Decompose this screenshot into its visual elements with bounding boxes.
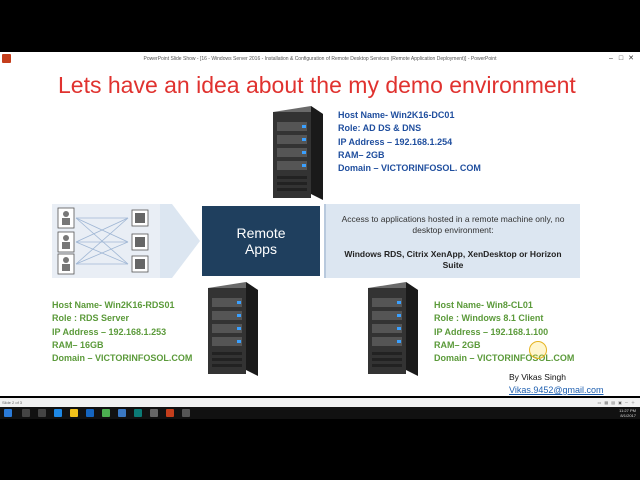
remote-apps-box: Remote Apps: [202, 206, 320, 276]
edge-icon[interactable]: [54, 409, 62, 417]
dc-role: Role: AD DS & DNS: [338, 123, 422, 134]
cursor-highlight: [529, 341, 547, 359]
powerpoint-taskbar-icon[interactable]: [166, 409, 174, 417]
rds-domain: Domain – VICTORINFOSOL.COM: [52, 353, 193, 364]
file-explorer-icon[interactable]: [70, 409, 78, 417]
store-icon[interactable]: [86, 409, 94, 417]
taskbar-clock[interactable]: 11:27 PM 8/1/2017: [619, 408, 636, 418]
client-info: Host Name- Win8-CL01 Role : Windows 8.1 …: [434, 299, 574, 365]
clock-date: 8/1/2017: [620, 413, 636, 418]
access-products: Windows RDS, Citrix XenApp, XenDesktop o…: [344, 249, 562, 270]
access-description: Access to applications hosted in a remot…: [341, 214, 565, 235]
client-ram: RAM– 2GB: [434, 339, 481, 350]
window-controls: – □ ✕: [606, 54, 636, 62]
author-email-link[interactable]: Vikas.9452@gmail.com: [509, 385, 604, 395]
server-client-icon: [368, 282, 418, 376]
users-to-apps-icon: [57, 207, 149, 275]
chrome-icon[interactable]: [102, 409, 110, 417]
view-controls[interactable]: ▭ ▦ ▤ ▣ ─ ＋: [597, 400, 636, 406]
search-icon[interactable]: [22, 409, 30, 417]
users-panel: [52, 204, 160, 278]
close-icon[interactable]: ✕: [626, 54, 636, 62]
rds-ram: RAM– 16GB: [52, 339, 104, 350]
access-description-box: Access to applications hosted in a remot…: [324, 204, 580, 278]
author-name: By Vikas Singh: [509, 372, 567, 382]
maximize-icon[interactable]: □: [616, 55, 626, 62]
client-ip: IP Address – 192.168.1.100: [434, 326, 549, 337]
dc-host: Host Name- Win2K16-DC01: [338, 110, 455, 120]
dc-info: Host Name- Win2K16-DC01 Role: AD DS & DN…: [338, 109, 481, 175]
dc-domain: Domain – VICTORINFOSOL. COM: [338, 163, 481, 174]
dc-ip: IP Address – 192.168.1.254: [338, 136, 453, 147]
slide[interactable]: Lets have an idea about the my demo envi…: [0, 66, 640, 396]
window-title: PowerPoint Slide Show - [16 - Windows Se…: [143, 56, 497, 62]
status-bar: Slide 2 of 3 ▭ ▦ ▤ ▣ ─ ＋: [0, 398, 640, 407]
task-view-icon[interactable]: [38, 409, 46, 417]
server-dc-icon: [273, 106, 323, 200]
dc-ram: RAM– 2GB: [338, 149, 385, 160]
taskbar: 11:27 PM 8/1/2017: [0, 407, 640, 419]
client-host: Host Name- Win8-CL01: [434, 300, 533, 310]
remote-apps-line1: Remote: [236, 225, 286, 241]
app2-icon[interactable]: [134, 409, 142, 417]
server-rds-icon: [208, 282, 258, 376]
rds-ip: IP Address – 192.168.1.253: [52, 326, 167, 337]
minimize-icon[interactable]: –: [606, 55, 616, 62]
rds-role: Role : RDS Server: [52, 313, 130, 324]
app4-icon[interactable]: [182, 409, 190, 417]
window-titlebar: PowerPoint Slide Show - [16 - Windows Se…: [0, 52, 640, 67]
remote-apps-diagram: Remote Apps Access to applications hoste…: [52, 204, 580, 278]
chevron-right-icon: [160, 204, 200, 278]
slide-title: Lets have an idea about the my demo envi…: [58, 72, 576, 98]
remote-apps-line2: Apps: [245, 241, 277, 257]
app-icon[interactable]: [118, 409, 126, 417]
slide-counter: Slide 2 of 3: [2, 400, 23, 405]
windows-start-icon[interactable]: [4, 409, 12, 417]
rds-host: Host Name- Win2K16-RDS01: [52, 300, 175, 310]
client-role: Role : Windows 8.1 Client: [434, 313, 544, 324]
app3-icon[interactable]: [150, 409, 158, 417]
rds-info: Host Name- Win2K16-RDS01 Role : RDS Serv…: [52, 299, 192, 365]
client-domain: Domain – VICTORINFOSOL.COM: [434, 353, 575, 364]
